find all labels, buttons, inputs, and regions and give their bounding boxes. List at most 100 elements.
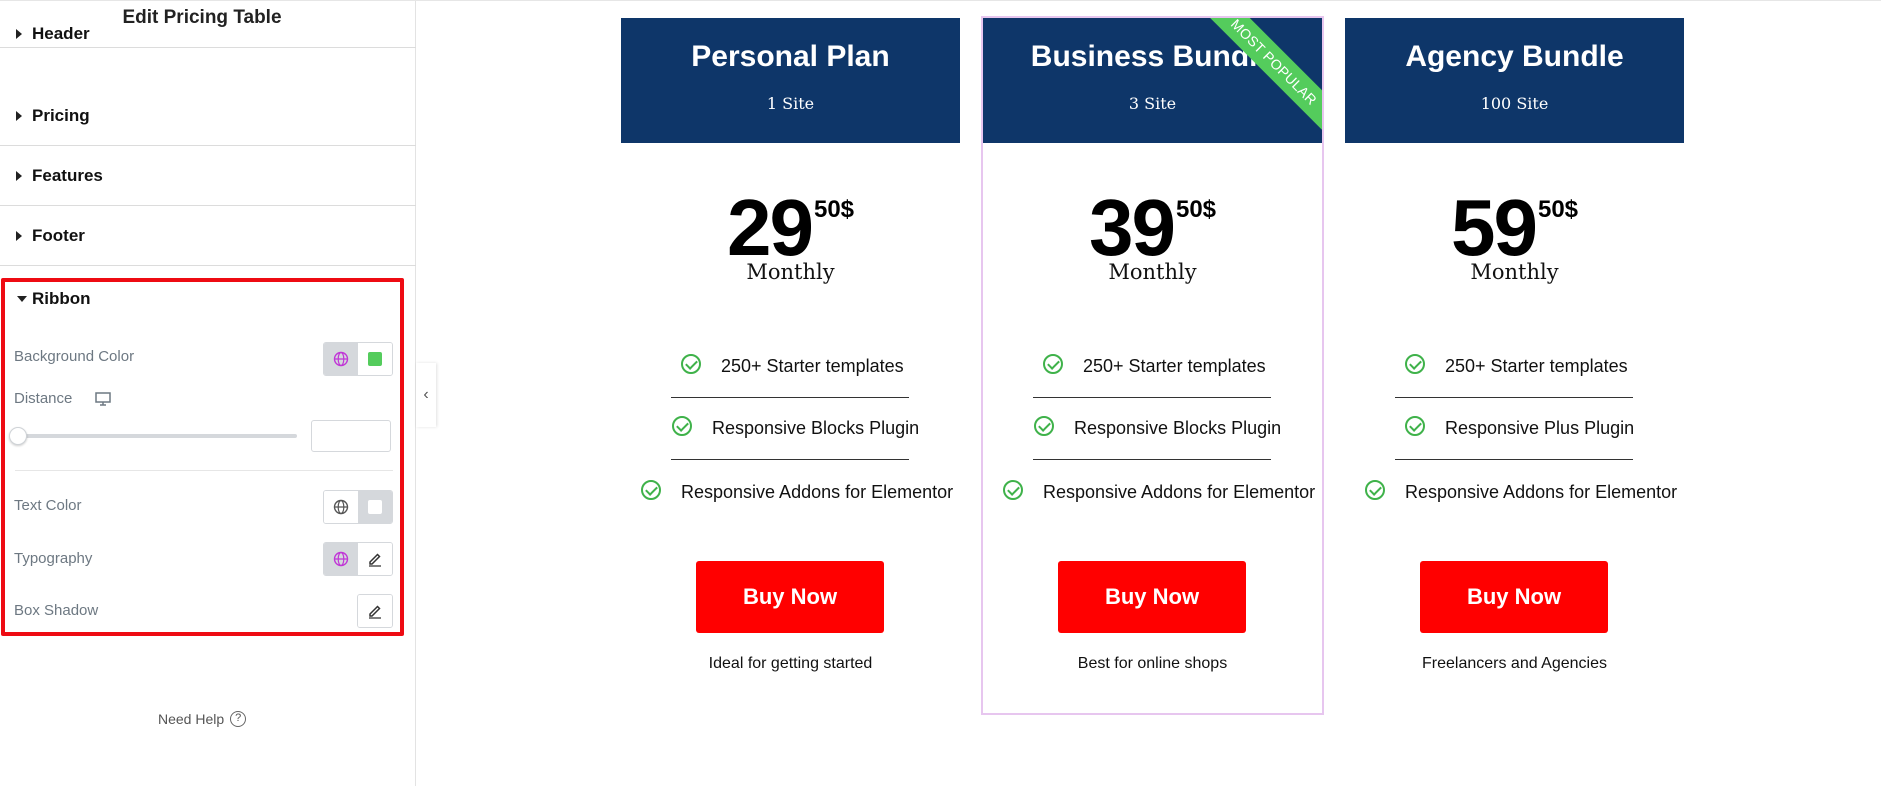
globe-icon xyxy=(333,351,349,367)
feature-text: Responsive Blocks Plugin xyxy=(712,418,920,438)
collapse-panel-button[interactable]: ‹ xyxy=(416,363,436,427)
feature-item: Responsive Plus Plugin xyxy=(1395,398,1635,460)
card-header: Personal Plan 1 Site xyxy=(621,18,960,143)
box-shadow-control xyxy=(357,594,393,628)
caret-down-icon xyxy=(17,296,27,302)
price-period: Monthly xyxy=(1108,260,1197,284)
background-color-label: Background Color xyxy=(14,348,135,365)
price-fraction: 50$ xyxy=(1175,196,1217,223)
price-integer: 59 xyxy=(1450,183,1538,272)
section-pricing[interactable]: Pricing xyxy=(0,86,416,146)
check-circle-icon xyxy=(681,354,701,374)
app-window: Edit Pricing Table Header Pricing Featur… xyxy=(0,0,1881,786)
plan-title: Personal Plan xyxy=(691,40,890,73)
feature-item: 250+ Starter templates xyxy=(1395,336,1633,398)
pencil-icon xyxy=(369,605,381,619)
chevron-left-icon: ‹ xyxy=(423,386,429,403)
globe-icon xyxy=(333,551,349,567)
pricing-card-business[interactable]: Business Bundle 3 Site MOST POPULAR 39 5… xyxy=(981,16,1324,715)
global-typography-button[interactable] xyxy=(324,543,358,575)
feature-text: 250+ Starter templates xyxy=(721,356,904,376)
price: 29 50$ xyxy=(621,188,960,268)
plan-title: Agency Bundle xyxy=(1405,40,1624,73)
pricing-card-personal[interactable]: Personal Plan 1 Site 29 50$ Monthly 250+… xyxy=(621,18,960,713)
pricing-card-agency[interactable]: Agency Bundle 100 Site 59 50$ Monthly 25… xyxy=(1345,18,1684,713)
background-color-control xyxy=(323,342,393,376)
edit-typography-button[interactable] xyxy=(358,543,392,575)
section-header[interactable]: Header xyxy=(0,24,416,48)
plan-subtitle: 100 Site xyxy=(1480,94,1549,113)
section-footer-label: Footer xyxy=(32,225,85,245)
section-pricing-label: Pricing xyxy=(32,105,90,125)
text-color-swatch[interactable] xyxy=(358,491,392,523)
color-swatch xyxy=(368,500,382,514)
plan-subtitle: 1 Site xyxy=(766,94,815,113)
plan-tagline: Best for online shops xyxy=(1077,655,1228,672)
price-period: Monthly xyxy=(1470,260,1559,284)
feature-item: Responsive Addons for Elementor xyxy=(641,462,953,524)
distance-input[interactable] xyxy=(311,420,391,452)
background-color-swatch[interactable] xyxy=(358,343,392,375)
check-circle-icon xyxy=(641,480,661,500)
section-ribbon-toggle[interactable]: Ribbon xyxy=(5,282,400,318)
feature-text: Responsive Plus Plugin xyxy=(1445,418,1635,438)
check-circle-icon xyxy=(1365,480,1385,500)
distance-label: Distance xyxy=(14,390,73,407)
feature-text: 250+ Starter templates xyxy=(1445,356,1628,376)
section-features[interactable]: Features xyxy=(0,146,416,206)
price-fraction: 50$ xyxy=(813,196,855,223)
buy-now-button[interactable]: Buy Now xyxy=(1420,561,1608,633)
caret-right-icon xyxy=(16,230,22,241)
edit-box-shadow-button[interactable] xyxy=(358,595,392,627)
typography-label: Typography xyxy=(14,550,93,567)
price-fraction: 50$ xyxy=(1537,196,1579,223)
price-period: Monthly xyxy=(746,260,835,284)
editor-panel: Edit Pricing Table Header Pricing Featur… xyxy=(0,1,416,786)
feature-item: Responsive Blocks Plugin xyxy=(1033,398,1281,460)
help-icon: ? xyxy=(230,711,247,727)
feature-item: 250+ Starter templates xyxy=(1033,336,1271,398)
section-features-label: Features xyxy=(32,165,103,185)
feature-text: 250+ Starter templates xyxy=(1083,356,1266,376)
caret-right-icon xyxy=(16,170,22,181)
color-swatch xyxy=(368,352,382,366)
price: 39 50$ xyxy=(983,188,1322,268)
most-popular-ribbon: MOST POPULAR xyxy=(1193,18,1322,143)
distance-slider-track[interactable] xyxy=(15,434,297,438)
feature-text: Responsive Addons for Elementor xyxy=(681,482,954,502)
section-header-label: Header xyxy=(32,24,90,43)
check-circle-icon xyxy=(672,416,692,436)
global-colors-button[interactable] xyxy=(324,491,358,523)
card-header: Agency Bundle 100 Site xyxy=(1345,18,1684,143)
pencil-icon xyxy=(369,553,381,567)
feature-text: Responsive Addons for Elementor xyxy=(1405,482,1678,502)
feature-text: Responsive Addons for Elementor xyxy=(1043,482,1316,502)
buy-now-button[interactable]: Buy Now xyxy=(1058,561,1246,633)
globe-icon xyxy=(333,499,349,515)
feature-item: Responsive Blocks Plugin xyxy=(671,398,919,460)
plan-tagline: Freelancers and Agencies xyxy=(1422,655,1607,672)
check-circle-icon xyxy=(1003,480,1023,500)
section-footer[interactable]: Footer xyxy=(0,206,416,266)
divider xyxy=(15,470,393,471)
price-integer: 29 xyxy=(726,183,814,272)
need-help-label: Need Help xyxy=(158,711,225,727)
feature-item: 250+ Starter templates xyxy=(671,336,909,398)
text-color-label: Text Color xyxy=(14,497,82,514)
plan-subtitle: 3 Site xyxy=(1128,94,1177,113)
caret-right-icon xyxy=(16,28,22,39)
feature-text: Responsive Blocks Plugin xyxy=(1074,418,1282,438)
feature-item: Responsive Addons for Elementor xyxy=(1365,462,1677,524)
check-circle-icon xyxy=(1034,416,1054,436)
check-circle-icon xyxy=(1405,416,1425,436)
need-help-link[interactable]: Need Help ? xyxy=(158,711,247,727)
price: 59 50$ xyxy=(1345,188,1684,268)
check-circle-icon xyxy=(1405,354,1425,374)
caret-right-icon xyxy=(16,110,22,121)
price-integer: 39 xyxy=(1088,183,1176,272)
global-colors-button[interactable] xyxy=(324,343,358,375)
typography-control xyxy=(323,542,393,576)
desktop-icon[interactable] xyxy=(95,392,111,406)
buy-now-button[interactable]: Buy Now xyxy=(696,561,884,633)
distance-slider-handle[interactable] xyxy=(9,427,27,445)
